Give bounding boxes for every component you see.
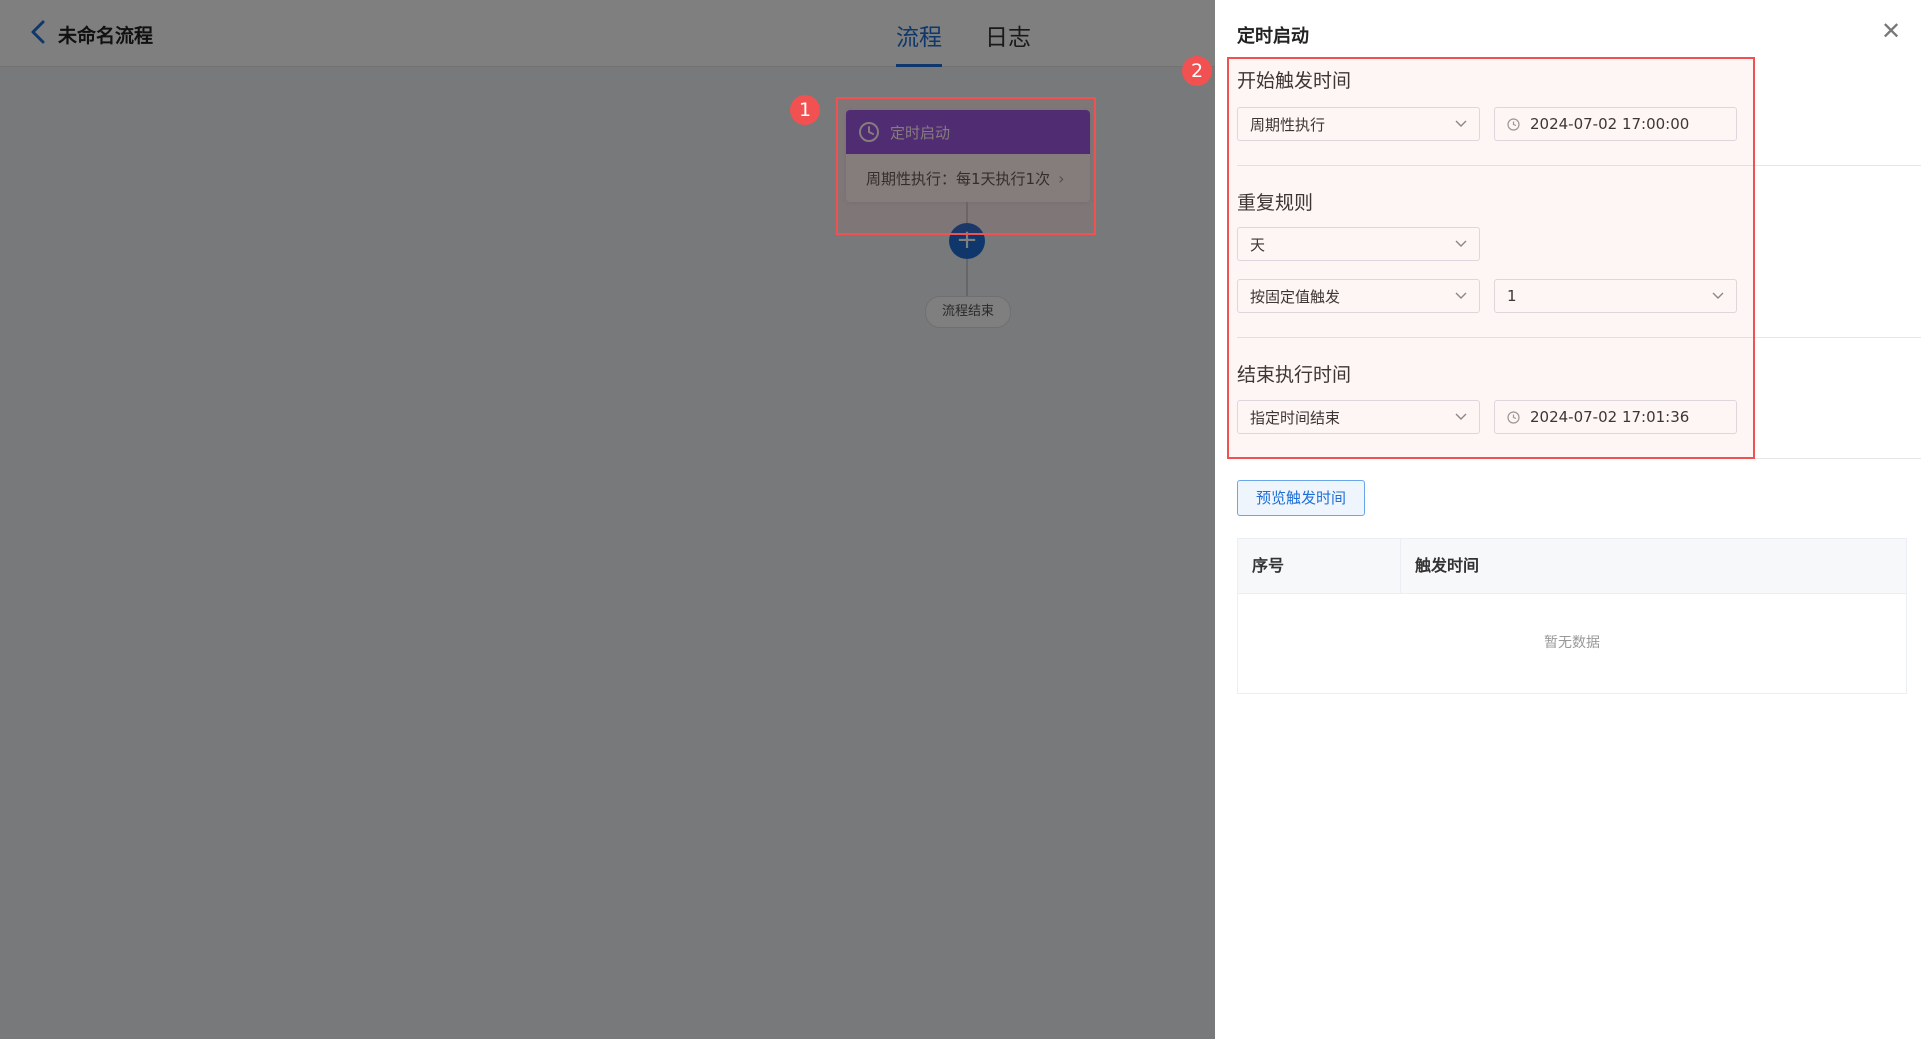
empty-state-text: 暂无数据 [1544, 635, 1600, 651]
table-header: 序号 触发时间 [1238, 539, 1906, 594]
annotation-badge-2: 2 [1182, 56, 1212, 86]
trigger-time-table: 序号 触发时间 暂无数据 [1237, 538, 1907, 694]
drawer-title: 定时启动 [1237, 26, 1309, 47]
annotation-box-1 [836, 97, 1096, 235]
annotation-badge-1: 1 [790, 95, 820, 125]
close-icon[interactable]: ✕ [1878, 18, 1904, 44]
column-header-index: 序号 [1238, 539, 1401, 593]
column-header-trigger-time: 触发时间 [1415, 556, 1480, 575]
preview-trigger-time-button[interactable]: 预览触发时间 [1237, 480, 1365, 516]
annotation-box-2 [1227, 57, 1755, 459]
